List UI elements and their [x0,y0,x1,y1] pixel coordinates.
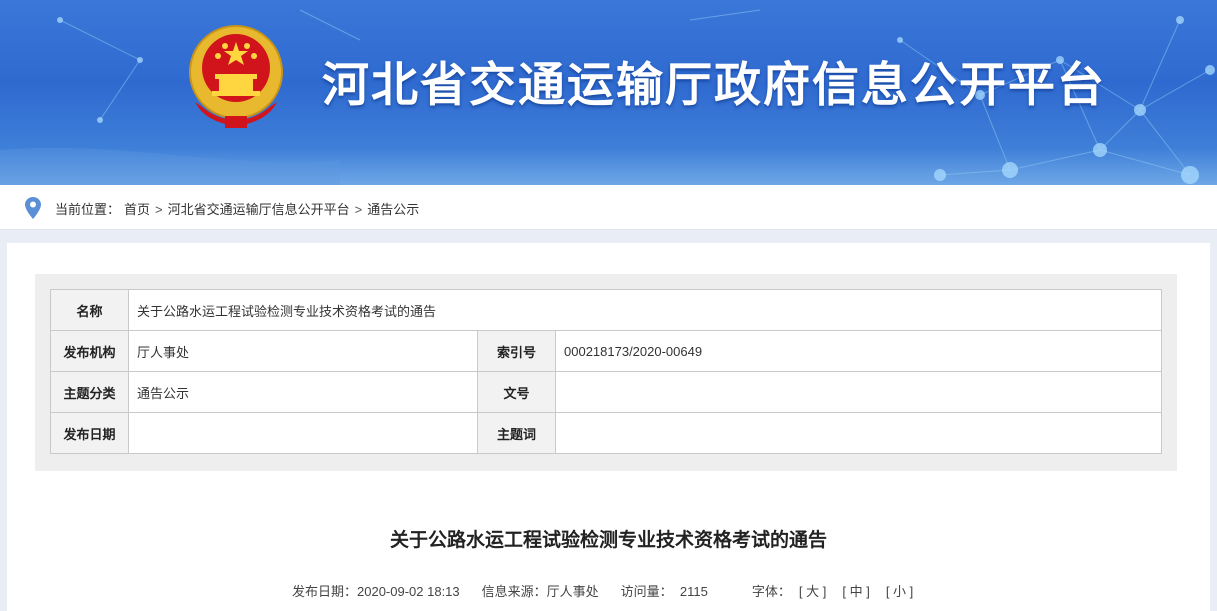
info-source: 信息来源：厅人事处 [481,584,599,599]
name-value: 关于公路水运工程试验检测专业技术资格考试的通告 [128,289,1162,331]
location-pin-icon [25,197,41,219]
header-banner: 河北省交通运输厅政府信息公开平台 [0,0,1217,185]
national-emblem-icon [189,25,283,128]
breadcrumb-prefix: 当前位置： [55,202,121,217]
keywords-value [555,412,1162,454]
font-medium-button[interactable]: [ 中 ] [842,584,869,599]
breadcrumb-bar: 当前位置： 首页 > 河北省交通运输厅信息公开平台 > 通告公示 [0,185,1217,230]
metadata-panel: 名称 关于公路水运工程试验检测专业技术资格考试的通告 发布机构 厅人事处 索引号… [35,274,1177,471]
document-title: 关于公路水运工程试验检测专业技术资格考试的通告 [389,530,827,551]
breadcrumb-separator: > [155,202,163,217]
breadcrumb: 当前位置： 首页 > 河北省交通运输厅信息公开平台 > 通告公示 [55,199,419,218]
index-label: 索引号 [477,330,556,372]
metadata-table: 名称 关于公路水运工程试验检测专业技术资格考试的通告 发布机构 厅人事处 索引号… [50,289,1162,454]
publisher-label: 发布机构 [50,330,129,372]
doc-number-label: 文号 [477,371,556,413]
font-small-button[interactable]: [ 小 ] [886,584,913,599]
publisher-value: 厅人事处 [128,330,478,372]
date-label: 发布日期 [50,412,129,454]
document-info-bar: 发布日期：2020-09-02 18:13 信息来源：厅人事处 访问量： 2115 字… [292,581,913,600]
table-row: 名称 关于公路水运工程试验检测专业技术资格考试的通告 [50,289,1162,331]
date-value [128,412,478,454]
category-label: 主题分类 [50,371,129,413]
table-row: 主题分类 通告公示 文号 [50,371,1162,413]
breadcrumb-platform-link[interactable]: 河北省交通运输厅信息公开平台 [168,202,350,217]
font-large-button[interactable]: [ 大 ] [799,584,826,599]
keywords-label: 主题词 [477,412,556,454]
content-panel: 名称 关于公路水运工程试验检测专业技术资格考试的通告 发布机构 厅人事处 索引号… [7,243,1210,611]
name-label: 名称 [50,289,129,331]
breadcrumb-separator: > [354,202,363,217]
visits-count: 2115 [679,584,708,599]
table-row: 发布日期 主题词 [50,412,1162,454]
category-value: 通告公示 [128,371,478,413]
site-title: 河北省交通运输厅政府信息公开平台 [322,58,1106,113]
publish-date: 发布日期：2020-09-02 18:13 [292,584,460,599]
breadcrumb-category-link[interactable]: 通告公示 [367,202,419,217]
font-size-label: 字体： [751,584,791,599]
doc-number-value [555,371,1162,413]
visits-label: 访问量： [620,584,673,599]
table-row: 发布机构 厅人事处 索引号 000218173/2020-00649 [50,330,1162,372]
index-value: 000218173/2020-00649 [555,330,1162,372]
breadcrumb-home-link[interactable]: 首页 [124,202,150,217]
